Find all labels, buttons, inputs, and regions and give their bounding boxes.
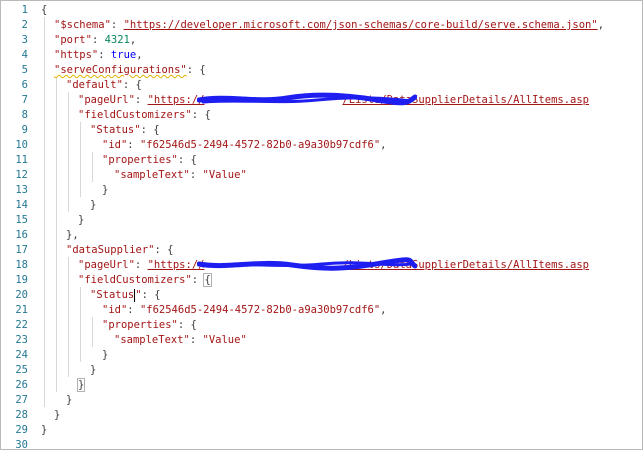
code-line-5[interactable]: "serveConfigurations": { [54,62,206,78]
json-key: "id" [102,304,128,316]
colon: : [98,49,111,61]
code-line-6[interactable]: "default": { [66,77,142,93]
code-line-13[interactable]: } [102,182,108,198]
brace: } [66,394,73,406]
json-key: "https" [54,49,99,61]
colon: : [127,304,140,316]
code-line-15[interactable]: } [78,212,84,228]
json-key: "default" [66,79,123,91]
json-key: "pageUrl" [78,94,135,106]
json-key: "Status" [90,124,141,136]
punct: : { [177,319,197,331]
page-url-start[interactable]: "https:// [148,259,205,271]
code-line-14[interactable]: } [90,197,96,213]
id-value: "f62546d5-2494-4572-82b0-a9a30b97cdf6" [139,139,381,151]
colon: : [91,34,105,46]
code-line-3[interactable]: "port": 4321, [54,32,136,48]
code-line-22[interactable]: "properties": { [102,317,197,333]
brace: } [90,199,97,211]
json-key: "dataSupplier" [66,244,155,256]
code-line-1[interactable]: { [41,2,47,18]
matched-bracket: { [203,273,212,287]
brace: } [78,214,85,226]
comma: , [136,49,143,61]
id-value: "f62546d5-2494-4572-82b0-a9a30b97cdf6" [139,304,381,316]
colon: : [134,259,148,271]
code-line-23[interactable]: "sampleText": "Value" [114,332,247,348]
json-key: "fieldCustomizers" [78,109,192,121]
json-key: "Status [90,289,135,301]
code-line-9[interactable]: "Status": { [90,122,160,138]
punct: : { [140,124,160,136]
colon: : [127,139,140,151]
brace: } [102,184,109,196]
punct: : { [191,109,211,121]
colon: : [191,274,205,286]
code-editor[interactable]: 1 2 3 4 5 6 7 8 9 10 11 12 13 14 15 16 1… [0,0,643,450]
sample-text-value: "Value" [202,169,247,181]
code-line-28[interactable]: } [54,407,60,423]
code-line-8[interactable]: "fieldCustomizers": { [78,107,211,123]
code-line-17[interactable]: "dataSupplier": { [66,242,173,258]
code-line-11[interactable]: "properties": { [102,152,197,168]
code-line-4[interactable]: "https": true, [54,47,143,63]
redaction-scribble [197,92,417,106]
json-key: "$schema" [54,19,111,31]
sample-text-value: "Value" [202,334,247,346]
code-area[interactable]: { "$schema": "https://developer.microsof… [1,1,642,449]
code-line-2[interactable]: "$schema": "https://developer.microsoft.… [54,17,604,33]
brace: { [41,4,48,16]
json-key-warning[interactable]: "serveConfigurations" [54,64,187,76]
schema-url-value[interactable]: "https://developer.microsoft.com/json-sc… [124,19,598,31]
punct: : { [154,244,174,256]
https-value: true [110,49,137,61]
json-key: "sampleText" [114,169,190,181]
code-line-21[interactable]: "id": "f62546d5-2494-4572-82b0-a9a30b97c… [102,302,387,318]
colon: : [189,169,203,181]
json-key: "properties" [102,154,178,166]
code-line-10[interactable]: "id": "f62546d5-2494-4572-82b0-a9a30b97c… [102,137,387,153]
brace: } [54,409,61,421]
matched-bracket: } [76,378,86,392]
code-line-24[interactable]: } [102,347,108,363]
comma: , [597,19,605,31]
brace: } [41,424,48,436]
colon: : [134,94,148,106]
redaction-scribble [197,257,417,271]
code-line-25[interactable]: } [90,362,96,378]
comma: , [380,304,387,316]
comma: , [380,139,387,151]
port-value: 4321 [104,34,130,46]
json-key: "pageUrl" [78,259,135,271]
json-key: "sampleText" [114,334,190,346]
code-line-12[interactable]: "sampleText": "Value" [114,167,247,183]
code-line-27[interactable]: } [66,392,72,408]
json-key: "properties" [102,319,178,331]
colon: : [110,19,124,31]
brace: }, [66,229,79,241]
json-key: "port" [54,34,92,46]
punct: : { [177,154,197,166]
json-key: "id" [102,139,128,151]
page-url-start[interactable]: "https:// [148,94,205,106]
punct: : { [122,79,142,91]
code-line-26[interactable]: } [76,377,86,393]
colon: : [189,334,203,346]
punct: : { [186,64,206,76]
code-line-20[interactable]: "Status": { [90,287,161,303]
code-line-19[interactable]: "fieldCustomizers": { [78,272,212,288]
code-line-29[interactable]: } [41,422,47,438]
json-key: "fieldCustomizers" [78,274,192,286]
comma: , [129,34,137,46]
brace: } [90,364,97,376]
punct: : { [141,289,161,301]
code-line-16[interactable]: }, [66,227,79,243]
brace: } [102,349,109,361]
